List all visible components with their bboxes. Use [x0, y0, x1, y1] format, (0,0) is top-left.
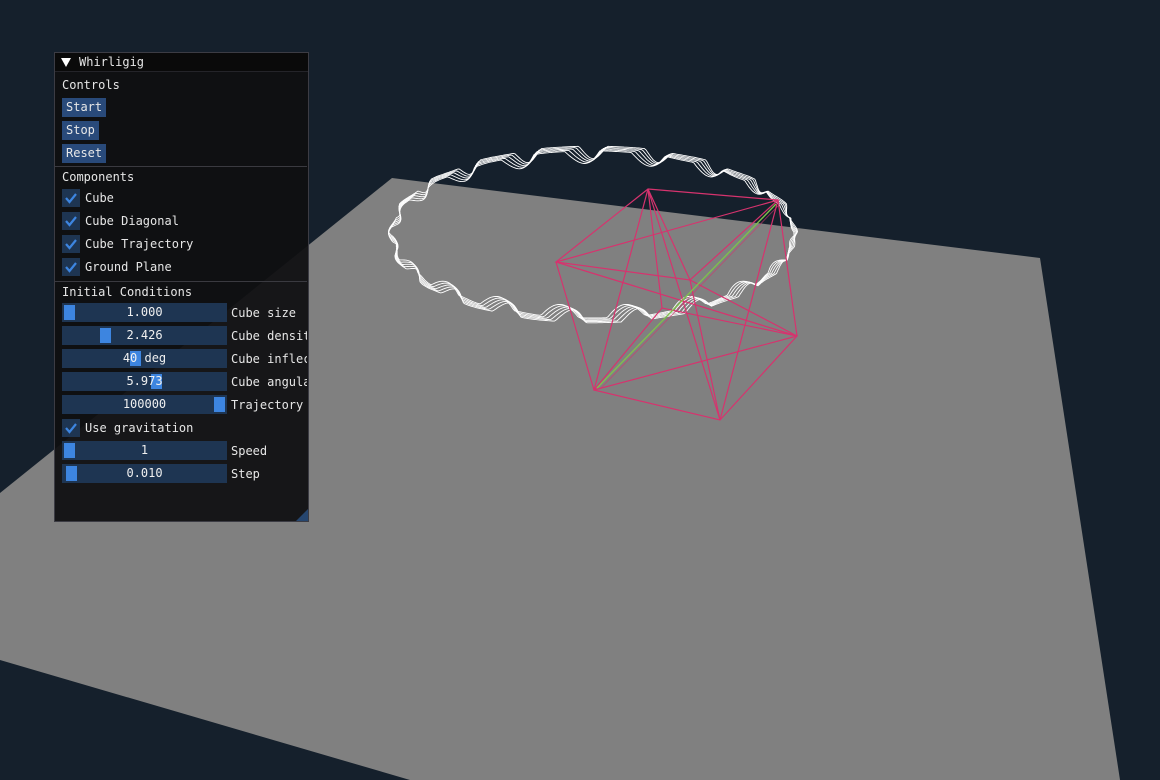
slider-row-cube-size: 1.000 Cube size: [62, 301, 308, 324]
reset-button[interactable]: Reset: [62, 144, 107, 163]
cube-inflection-slider[interactable]: 40 deg: [62, 349, 227, 368]
slider-value: 1.000: [126, 305, 163, 319]
slider-row-cube-inflection: 40 deg Cube inflec: [62, 347, 308, 370]
initial-conditions-header: Initial Conditions: [62, 285, 193, 299]
window-title: Whirligig: [79, 55, 145, 69]
checkbox-use-gravitation[interactable]: Use gravitation: [62, 416, 308, 439]
stop-button[interactable]: Stop: [62, 121, 99, 140]
slider-label: Cube inflec: [231, 351, 307, 366]
step-slider[interactable]: 0.010: [62, 464, 227, 483]
separator: [55, 166, 307, 167]
separator: [55, 281, 307, 282]
checkbox-cube[interactable]: Cube: [62, 186, 308, 209]
checkbox-label: Use gravitation: [85, 420, 194, 435]
slider-label: Cube densit: [231, 328, 307, 343]
checkbox-cube-trajectory[interactable]: Cube Trajectory: [62, 232, 308, 255]
slider-label: Cube size: [231, 305, 297, 320]
checkbox-label: Cube Diagonal: [85, 213, 179, 228]
slider-value: 40 deg: [122, 351, 167, 365]
trajectory-slider[interactable]: 100000: [62, 395, 227, 414]
start-button[interactable]: Start: [62, 98, 107, 117]
checkbox-label: Cube Trajectory: [85, 236, 194, 251]
cube-density-slider[interactable]: 2.426: [62, 326, 227, 345]
slider-value: 5.973: [126, 374, 163, 388]
slider-row-step: 0.010 Step: [62, 462, 308, 485]
slider-label: Step: [231, 466, 260, 481]
slider-row-cube-density: 2.426 Cube densit: [62, 324, 308, 347]
controls-header: Controls: [62, 78, 120, 92]
whirligig-window[interactable]: Whirligig Controls Start Stop Reset Comp…: [54, 52, 309, 522]
speed-slider[interactable]: 1: [62, 441, 227, 460]
cube-size-slider[interactable]: 1.000: [62, 303, 227, 322]
slider-row-speed: 1 Speed: [62, 439, 308, 462]
checkmark-icon[interactable]: [62, 211, 80, 230]
components-header: Components: [62, 170, 135, 184]
slider-label: Trajectory: [231, 397, 304, 412]
cube-angular-slider[interactable]: 5.973: [62, 372, 227, 391]
checkmark-icon[interactable]: [62, 188, 80, 207]
slider-label: Speed: [231, 443, 268, 458]
checkmark-icon[interactable]: [62, 257, 80, 276]
checkmark-icon[interactable]: [62, 418, 80, 437]
checkbox-cube-diagonal[interactable]: Cube Diagonal: [62, 209, 308, 232]
slider-row-trajectory: 100000 Trajectory: [62, 393, 308, 416]
resize-grip-icon[interactable]: [296, 509, 308, 521]
slider-value: 2.426: [126, 328, 163, 342]
slider-value: 1: [140, 443, 149, 457]
checkbox-label: Ground Plane: [85, 259, 172, 274]
slider-value: 100000: [122, 397, 167, 411]
checkbox-label: Cube: [85, 190, 114, 205]
checkbox-ground-plane[interactable]: Ground Plane: [62, 255, 308, 278]
checkmark-icon[interactable]: [62, 234, 80, 253]
slider-value: 0.010: [126, 466, 163, 480]
slider-row-cube-angular: 5.973 Cube angula: [62, 370, 308, 393]
slider-label: Cube angula: [231, 374, 307, 389]
collapse-arrow-icon[interactable]: [61, 57, 71, 67]
window-titlebar[interactable]: Whirligig: [55, 53, 308, 72]
